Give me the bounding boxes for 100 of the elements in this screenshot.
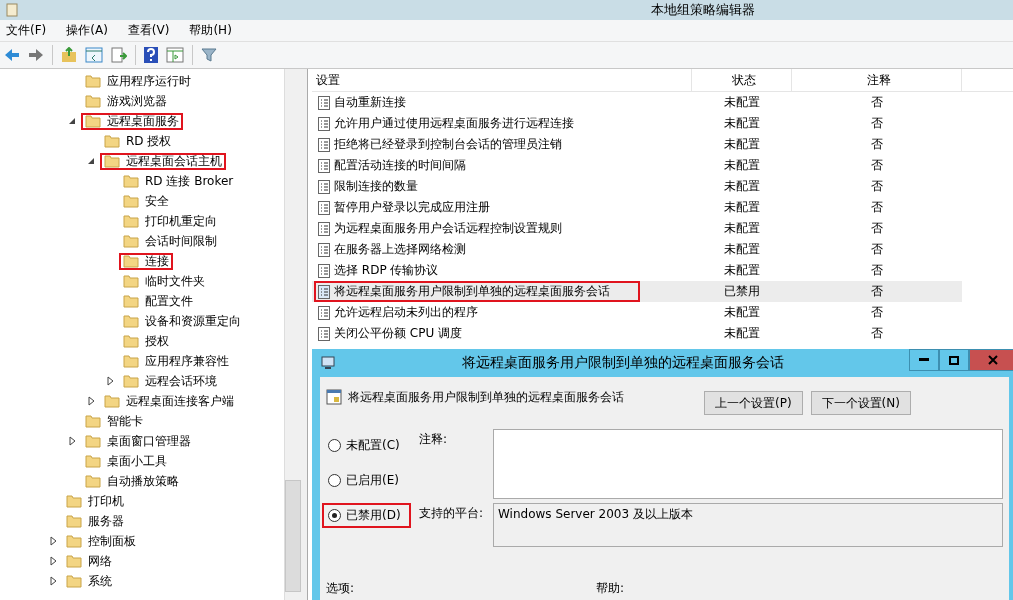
scrollbar[interactable] bbox=[284, 69, 307, 600]
tree-node[interactable]: RD 连接 Broker bbox=[119, 172, 238, 190]
menu-item[interactable]: 文件(F) bbox=[4, 22, 49, 39]
tree-item[interactable]: 授权 bbox=[145, 332, 169, 350]
table-row[interactable]: 在服务器上选择网络检测 未配置 否 bbox=[312, 239, 962, 260]
minimize-button[interactable] bbox=[909, 349, 939, 371]
collapsed-arrow-icon[interactable] bbox=[105, 376, 115, 386]
close-button[interactable] bbox=[969, 349, 1013, 371]
tree-node[interactable]: 设备和资源重定向 bbox=[119, 312, 245, 330]
tree-item[interactable]: 远程桌面服务 bbox=[107, 112, 179, 130]
tree-node[interactable]: 桌面小工具 bbox=[81, 452, 171, 470]
tree-node[interactable]: 远程桌面服务 bbox=[81, 112, 183, 130]
tree-node[interactable]: 自动播放策略 bbox=[81, 472, 183, 490]
table-row[interactable]: 选择 RDP 传输协议 未配置 否 bbox=[312, 260, 962, 281]
tree-item[interactable]: 远程桌面连接客户端 bbox=[126, 392, 234, 410]
tree-item[interactable]: 桌面窗口管理器 bbox=[107, 432, 191, 450]
table-row[interactable]: 为远程桌面服务用户会话远程控制设置规则 未配置 否 bbox=[312, 218, 962, 239]
tree-item[interactable]: 打印机重定向 bbox=[145, 212, 217, 230]
expanded-arrow-icon[interactable] bbox=[67, 116, 77, 126]
tree-item[interactable]: 控制面板 bbox=[88, 532, 136, 550]
tree-item[interactable]: RD 授权 bbox=[126, 132, 172, 150]
table-row[interactable]: 允许用户通过使用远程桌面服务进行远程连接 未配置 否 bbox=[312, 113, 962, 134]
tree-node[interactable]: 打印机重定向 bbox=[119, 212, 221, 230]
help-icon[interactable] bbox=[144, 47, 158, 63]
tree-node[interactable]: 控制面板 bbox=[62, 532, 140, 550]
collapsed-arrow-icon[interactable] bbox=[48, 556, 58, 566]
table-row[interactable]: 允许远程启动未列出的程序 未配置 否 bbox=[312, 302, 962, 323]
column-header[interactable]: 状态 bbox=[692, 69, 792, 91]
tree-node[interactable]: 服务器 bbox=[62, 512, 128, 530]
export-list-icon[interactable] bbox=[111, 47, 127, 63]
column-header[interactable]: 注释 bbox=[792, 69, 962, 91]
tree-item[interactable]: 应用程序兼容性 bbox=[145, 352, 229, 370]
pane-toggle-icon[interactable] bbox=[85, 47, 103, 63]
table-row[interactable]: 关闭公平份额 CPU 调度 未配置 否 bbox=[312, 323, 962, 344]
tree-item[interactable]: 应用程序运行时 bbox=[107, 72, 191, 90]
tree-node[interactable]: 桌面窗口管理器 bbox=[81, 432, 195, 450]
back-arrow-icon[interactable] bbox=[4, 48, 20, 62]
tree-node[interactable]: RD 授权 bbox=[100, 132, 176, 150]
table-cell: 限制连接的数量 bbox=[334, 178, 418, 195]
tree-item[interactable]: 网络 bbox=[88, 552, 112, 570]
tree-node[interactable]: 应用程序兼容性 bbox=[119, 352, 233, 370]
tree-node[interactable]: 游戏浏览器 bbox=[81, 92, 171, 110]
collapsed-arrow-icon[interactable] bbox=[48, 536, 58, 546]
tree-node[interactable]: 应用程序运行时 bbox=[81, 72, 195, 90]
tree-node[interactable]: 安全 bbox=[119, 192, 173, 210]
tree-item[interactable]: RD 连接 Broker bbox=[145, 172, 234, 190]
tree-item[interactable]: 配置文件 bbox=[145, 292, 193, 310]
tree-item[interactable]: 远程会话环境 bbox=[145, 372, 217, 390]
tree-item[interactable]: 连接 bbox=[145, 252, 169, 270]
tree-node[interactable]: 会话时间限制 bbox=[119, 232, 221, 250]
tree-item[interactable]: 设备和资源重定向 bbox=[145, 312, 241, 330]
tree-item[interactable]: 智能卡 bbox=[107, 412, 143, 430]
tree-node[interactable]: 连接 bbox=[119, 252, 173, 270]
menu-item[interactable]: 帮助(H) bbox=[187, 22, 234, 39]
tree-node[interactable]: 临时文件夹 bbox=[119, 272, 209, 290]
tree-item[interactable]: 自动播放策略 bbox=[107, 472, 179, 490]
table-row[interactable]: 限制连接的数量 未配置 否 bbox=[312, 176, 962, 197]
tree-item[interactable]: 服务器 bbox=[88, 512, 124, 530]
tree-item[interactable]: 桌面小工具 bbox=[107, 452, 167, 470]
table-row[interactable]: 自动重新连接 未配置 否 bbox=[312, 92, 962, 113]
pane-view-icon[interactable] bbox=[166, 47, 184, 63]
tree-item[interactable]: 系统 bbox=[88, 572, 112, 590]
menu-item[interactable]: 查看(V) bbox=[125, 22, 172, 39]
tree-item[interactable]: 游戏浏览器 bbox=[107, 92, 167, 110]
radio-option[interactable]: 已启用(E) bbox=[322, 468, 411, 493]
tree-node[interactable]: 远程桌面会话主机 bbox=[100, 152, 226, 170]
radio-option[interactable]: 已禁用(D) bbox=[322, 503, 411, 528]
tree-item[interactable]: 打印机 bbox=[88, 492, 124, 510]
forward-arrow-icon[interactable] bbox=[28, 48, 44, 62]
nav-button[interactable]: 上一个设置(P) bbox=[704, 391, 803, 415]
menu-item[interactable]: 操作(A) bbox=[64, 22, 110, 39]
table-row[interactable]: 配置活动连接的时间间隔 未配置 否 bbox=[312, 155, 962, 176]
tree-node[interactable]: 打印机 bbox=[62, 492, 128, 510]
tree-item[interactable]: 安全 bbox=[145, 192, 169, 210]
radio-option[interactable]: 未配置(C) bbox=[322, 433, 411, 458]
folder-up-icon[interactable] bbox=[61, 47, 77, 63]
tree-item[interactable]: 远程桌面会话主机 bbox=[126, 152, 222, 170]
maximize-button[interactable] bbox=[939, 349, 969, 371]
collapsed-arrow-icon[interactable] bbox=[67, 436, 77, 446]
expanded-arrow-icon[interactable] bbox=[86, 156, 96, 166]
tree-node[interactable]: 远程桌面连接客户端 bbox=[100, 392, 238, 410]
tree-node[interactable]: 远程会话环境 bbox=[119, 372, 221, 390]
tree-item[interactable]: 会话时间限制 bbox=[145, 232, 217, 250]
table-row[interactable]: 暂停用户登录以完成应用注册 未配置 否 bbox=[312, 197, 962, 218]
comment-field[interactable] bbox=[493, 429, 1003, 499]
tree-node[interactable]: 智能卡 bbox=[81, 412, 147, 430]
column-header[interactable]: 设置 bbox=[312, 69, 692, 91]
tree-item[interactable]: 临时文件夹 bbox=[145, 272, 205, 290]
table-row[interactable]: 将远程桌面服务用户限制到单独的远程桌面服务会话 已禁用 否 bbox=[312, 281, 962, 302]
nav-button[interactable]: 下一个设置(N) bbox=[810, 391, 911, 415]
collapsed-arrow-icon[interactable] bbox=[86, 396, 96, 406]
tree-node[interactable]: 网络 bbox=[62, 552, 116, 570]
tree-node[interactable]: 系统 bbox=[62, 572, 116, 590]
tree-node[interactable]: 授权 bbox=[119, 332, 173, 350]
filter-icon[interactable] bbox=[201, 47, 217, 63]
folder-icon bbox=[66, 494, 82, 508]
table-cell: 否 bbox=[871, 178, 883, 195]
collapsed-arrow-icon[interactable] bbox=[48, 576, 58, 586]
table-row[interactable]: 拒绝将已经登录到控制台会话的管理员注销 未配置 否 bbox=[312, 134, 962, 155]
tree-node[interactable]: 配置文件 bbox=[119, 292, 197, 310]
